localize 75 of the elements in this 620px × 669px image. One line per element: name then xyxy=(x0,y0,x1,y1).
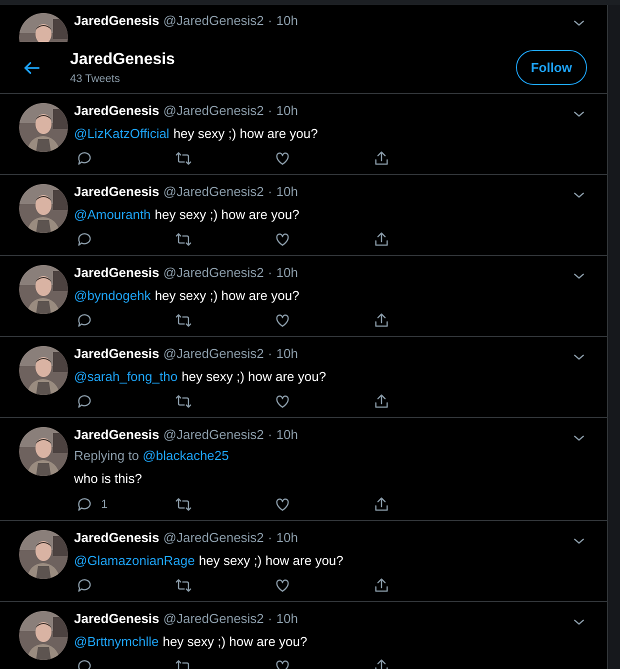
tweet-time: 10h xyxy=(276,184,298,200)
tweet-time: 10h xyxy=(276,611,298,627)
user-handle: @JaredGenesis2 xyxy=(163,346,264,362)
reply-icon[interactable] xyxy=(76,231,93,248)
reply-count: 1 xyxy=(101,496,108,513)
separator-dot: · xyxy=(268,611,272,627)
tweet-time: 10h xyxy=(276,265,298,281)
tweet-count: 43 Tweets xyxy=(70,72,121,86)
user-handle: @JaredGenesis2 xyxy=(163,611,264,627)
user-handle: @JaredGenesis2 xyxy=(163,427,264,443)
separator-dot: · xyxy=(268,265,272,281)
reply-icon[interactable] xyxy=(76,496,93,512)
tweet-time: 10h xyxy=(276,103,298,119)
like-icon[interactable] xyxy=(274,393,291,410)
reply-context: Replying to xyxy=(74,448,140,463)
mention-link[interactable]: @sarah_fong_tho xyxy=(74,368,178,385)
retweet-icon[interactable] xyxy=(175,231,192,248)
separator-dot: · xyxy=(268,530,272,546)
retweet-icon[interactable] xyxy=(175,577,192,594)
like-icon[interactable] xyxy=(274,231,291,248)
share-icon[interactable] xyxy=(373,231,390,248)
tweet-time: 10h xyxy=(276,427,298,443)
mention-link[interactable]: @LizKatzOfficial xyxy=(74,125,170,142)
follow-button[interactable]: Follow xyxy=(516,50,587,85)
tweet-time: 10h xyxy=(276,346,298,362)
user-name[interactable]: JaredGenesis xyxy=(74,427,160,443)
retweet-icon[interactable] xyxy=(175,393,192,410)
share-icon[interactable] xyxy=(373,393,390,410)
tweet-text: hey sexy ;) how are you? xyxy=(154,206,300,223)
separator-dot: · xyxy=(268,13,272,29)
like-icon[interactable] xyxy=(274,496,291,512)
separator-dot: · xyxy=(268,103,272,119)
user-name[interactable]: JaredGenesis xyxy=(74,530,160,546)
retweet-icon[interactable] xyxy=(175,312,192,329)
user-handle: @JaredGenesis2 xyxy=(163,530,264,546)
user-handle: @JaredGenesis2 xyxy=(163,184,264,200)
share-icon[interactable] xyxy=(373,150,390,167)
like-icon[interactable] xyxy=(274,312,291,329)
share-icon[interactable] xyxy=(373,312,390,329)
tweet-text: hey sexy ;) how are you? xyxy=(198,552,344,569)
mention-link[interactable]: @Brttnymchlle xyxy=(74,633,159,650)
share-icon[interactable] xyxy=(373,496,390,512)
mention-link[interactable]: @GlamazonianRage xyxy=(74,552,195,569)
profile-title: JaredGenesis xyxy=(70,50,176,70)
like-icon[interactable] xyxy=(274,577,291,594)
user-handle: @JaredGenesis2 xyxy=(163,265,264,281)
like-icon[interactable] xyxy=(274,150,291,167)
retweet-icon[interactable] xyxy=(175,496,192,512)
reply-icon[interactable] xyxy=(76,312,93,329)
user-name[interactable]: JaredGenesis xyxy=(74,346,160,362)
separator-dot: · xyxy=(268,427,272,443)
tweet-text: hey sexy ;) how are you? xyxy=(162,633,308,650)
tweet-time: 10h xyxy=(276,13,298,29)
reply-icon[interactable] xyxy=(76,393,93,410)
user-handle: @JaredGenesis2 xyxy=(163,13,264,29)
tweet-text: hey sexy ;) how are you? xyxy=(182,368,326,385)
reply-icon[interactable] xyxy=(76,150,93,167)
mention-link[interactable]: @byndogehk xyxy=(74,287,151,304)
tweet-text: hey sexy ;) how are you? xyxy=(173,125,318,142)
user-name[interactable]: JaredGenesis xyxy=(74,103,160,119)
separator-dot: · xyxy=(268,346,272,362)
retweet-icon[interactable] xyxy=(175,150,192,167)
user-name[interactable]: JaredGenesis xyxy=(74,184,160,200)
mention-link[interactable]: @Amouranth xyxy=(74,206,151,223)
separator-dot: · xyxy=(268,184,272,200)
tweet-text: hey sexy ;) how are you? xyxy=(154,287,300,304)
user-name[interactable]: JaredGenesis xyxy=(74,13,160,29)
user-name[interactable]: JaredGenesis xyxy=(74,611,160,627)
tweet-text: who is this? xyxy=(74,470,142,487)
reply-icon[interactable] xyxy=(76,577,93,594)
mention-link[interactable]: @blackache25 xyxy=(142,448,229,463)
user-name[interactable]: JaredGenesis xyxy=(74,265,160,281)
share-icon[interactable] xyxy=(373,577,390,594)
tweet-time: 10h xyxy=(276,530,298,546)
user-handle: @JaredGenesis2 xyxy=(163,103,264,119)
